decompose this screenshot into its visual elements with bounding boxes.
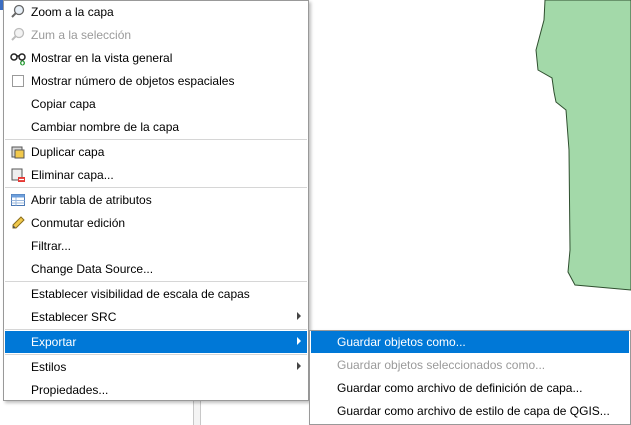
pencil-icon [10, 215, 26, 231]
zoom-layer-icon [10, 4, 26, 20]
menu-label: Cambiar nombre de la capa [31, 120, 180, 134]
menu-set-scale-visibility[interactable]: Establecer visibilidad de escala de capa… [5, 283, 307, 305]
menu-change-data-source[interactable]: Change Data Source... [5, 258, 307, 280]
submenu-arrow-icon [297, 362, 301, 370]
remove-layer-icon [10, 167, 26, 183]
menu-separator [5, 139, 307, 140]
submenu-save-features-as[interactable]: Guardar objetos como... [311, 331, 629, 353]
duplicate-layer-icon [10, 144, 26, 160]
checkbox-icon[interactable] [10, 73, 26, 89]
submenu-save-selected-features-as[interactable]: Guardar objetos seleccionados como... [311, 354, 629, 376]
menu-duplicate-layer[interactable]: Duplicar capa [5, 141, 307, 163]
menu-export[interactable]: Exportar [5, 331, 307, 353]
menu-label: Propiedades... [31, 383, 109, 397]
menu-label: Guardar como archivo de estilo de capa d… [337, 404, 610, 418]
menu-set-crs[interactable]: Establecer SRC [5, 306, 307, 328]
attribute-table-icon [10, 192, 26, 208]
menu-label: Guardar objetos como... [337, 335, 466, 349]
menu-zoom-to-selection[interactable]: Zum a la selección [5, 24, 307, 46]
panel-splitter[interactable] [193, 398, 201, 425]
menu-label: Estilos [31, 360, 67, 374]
menu-label: Eliminar capa... [31, 168, 114, 182]
menu-label: Mostrar en la vista general [31, 51, 173, 65]
submenu-save-layer-definition[interactable]: Guardar como archivo de definición de ca… [311, 377, 629, 399]
menu-open-attribute-table[interactable]: Abrir tabla de atributos [5, 189, 307, 211]
menu-show-feature-count[interactable]: Mostrar número de objetos espaciales [5, 70, 307, 92]
submenu-arrow-icon [297, 337, 301, 345]
menu-label: Abrir tabla de atributos [31, 193, 152, 207]
menu-label: Establecer visibilidad de escala de capa… [31, 287, 250, 301]
layer-context-menu: Zoom a la capa Zum a la selección Mostra… [3, 0, 309, 401]
menu-properties[interactable]: Propiedades... [5, 379, 307, 401]
overview-glasses-icon [10, 50, 26, 66]
menu-show-in-overview[interactable]: Mostrar en la vista general [5, 47, 307, 69]
menu-toggle-editing[interactable]: Conmutar edición [5, 212, 307, 234]
menu-styles[interactable]: Estilos [5, 356, 307, 378]
menu-label: Zoom a la capa [31, 5, 114, 19]
export-submenu: Guardar objetos como... Guardar objetos … [309, 330, 631, 425]
menu-separator [5, 354, 307, 355]
menu-label: Duplicar capa [31, 145, 105, 159]
menu-filter[interactable]: Filtrar... [5, 235, 307, 257]
zoom-selection-icon [10, 27, 26, 43]
menu-label: Zum a la selección [31, 28, 132, 42]
submenu-save-qgis-style[interactable]: Guardar como archivo de estilo de capa d… [311, 400, 629, 422]
menu-label: Change Data Source... [31, 262, 154, 276]
menu-label: Establecer SRC [31, 310, 117, 324]
menu-copy-layer[interactable]: Copiar capa [5, 93, 307, 115]
menu-label: Conmutar edición [31, 216, 126, 230]
menu-separator [5, 281, 307, 282]
menu-label: Filtrar... [31, 239, 72, 253]
menu-remove-layer[interactable]: Eliminar capa... [5, 164, 307, 186]
menu-rename-layer[interactable]: Cambiar nombre de la capa [5, 116, 307, 138]
menu-label: Exportar [31, 335, 77, 349]
submenu-arrow-icon [297, 312, 301, 320]
menu-label: Guardar como archivo de definición de ca… [337, 381, 583, 395]
menu-separator [5, 329, 307, 330]
menu-label: Guardar objetos seleccionados como... [337, 358, 546, 372]
menu-label: Mostrar número de objetos espaciales [31, 74, 235, 88]
menu-zoom-to-layer[interactable]: Zoom a la capa [5, 1, 307, 23]
menu-separator [5, 187, 307, 188]
menu-label: Copiar capa [31, 97, 96, 111]
